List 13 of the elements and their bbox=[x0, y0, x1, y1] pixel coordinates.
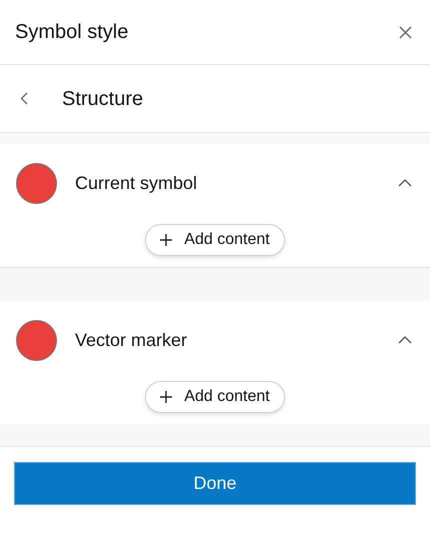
done-button[interactable]: Done bbox=[14, 462, 416, 505]
back-icon[interactable] bbox=[20, 92, 28, 105]
add-content-button[interactable]: Add content bbox=[145, 224, 285, 256]
add-content-button[interactable]: Add content bbox=[145, 381, 285, 413]
chevron-up-icon[interactable] bbox=[398, 336, 412, 344]
close-icon[interactable] bbox=[399, 26, 412, 38]
section-title: Vector marker bbox=[75, 328, 188, 352]
chevron-up-icon[interactable] bbox=[398, 179, 412, 187]
subheader-title: Structure bbox=[62, 86, 144, 112]
plus-icon bbox=[160, 391, 172, 403]
panel-title: Symbol style bbox=[15, 20, 128, 45]
plus-icon bbox=[160, 234, 172, 246]
section-title: Current symbol bbox=[75, 172, 198, 195]
